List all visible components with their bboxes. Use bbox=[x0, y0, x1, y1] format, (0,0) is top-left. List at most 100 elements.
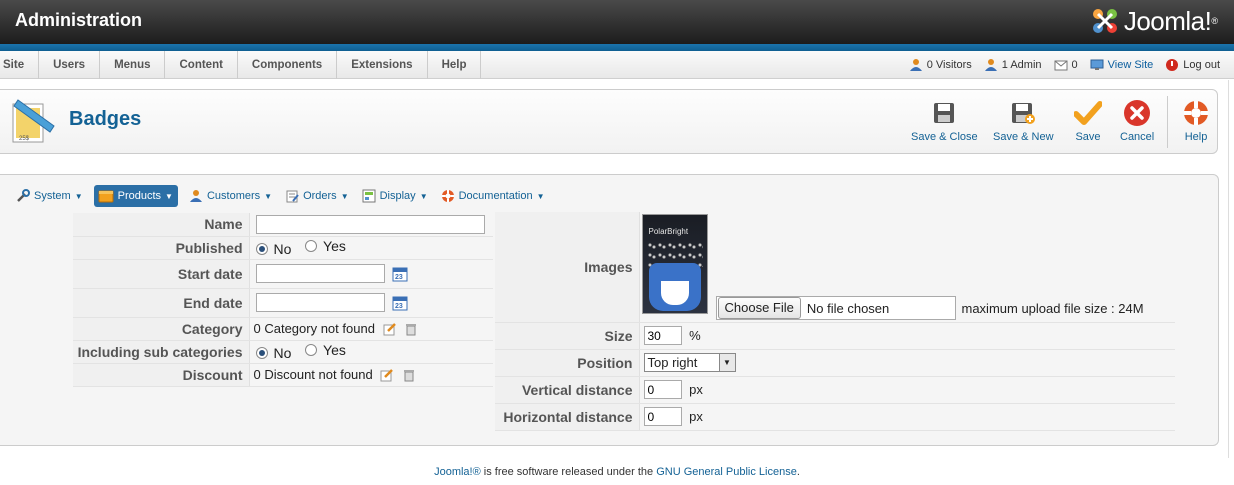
end-date-input[interactable] bbox=[255, 293, 385, 312]
form-row-start-date: Start date 23 bbox=[73, 259, 493, 289]
published-no-label: No bbox=[273, 241, 292, 257]
chevron-down-icon: ▼ bbox=[419, 191, 428, 201]
menu-item-help[interactable]: Help bbox=[428, 51, 482, 79]
vertical-input[interactable] bbox=[643, 380, 682, 399]
chevron-down-icon: ▼ bbox=[340, 191, 349, 201]
page-title: Badges bbox=[69, 108, 142, 130]
lifebuoy-icon bbox=[441, 190, 454, 202]
joomla-logo[interactable]: Joomla! ® bbox=[1090, 5, 1218, 37]
logo-registered: ® bbox=[1211, 16, 1218, 26]
trash-icon[interactable] bbox=[402, 368, 416, 382]
view-site-text[interactable]: View Site bbox=[1108, 59, 1154, 71]
submenu-documentation-label: Documentation bbox=[458, 190, 533, 202]
size-input[interactable] bbox=[643, 326, 682, 345]
right-divider bbox=[1228, 80, 1229, 458]
end-date-cell: 23 bbox=[249, 288, 493, 318]
menu-item-extensions[interactable]: Extensions bbox=[337, 51, 428, 79]
tools-icon bbox=[17, 189, 30, 202]
product-box-icon bbox=[98, 190, 114, 203]
messages-count: 0 bbox=[1071, 59, 1078, 71]
save-close-button[interactable]: Save & Close bbox=[911, 99, 978, 143]
subcat-yes-radio[interactable] bbox=[305, 344, 318, 356]
badge-page-icon: 25$ bbox=[12, 99, 55, 143]
form-row-discount: Discount 0 Discount not found bbox=[73, 363, 493, 387]
admin-user-icon bbox=[984, 59, 997, 71]
form-row-horizontal: Horizontal distance px bbox=[495, 403, 1175, 431]
published-yes-option[interactable]: Yes bbox=[305, 238, 346, 254]
subcat-no-radio[interactable] bbox=[255, 347, 268, 359]
edit-icon[interactable] bbox=[380, 368, 394, 382]
toolbar-panel: 25$ Badges Save & Close Save & New Save … bbox=[0, 89, 1218, 154]
position-label: Position bbox=[495, 349, 640, 377]
published-yes-label: Yes bbox=[323, 238, 346, 254]
submenu-products[interactable]: Products ▼ bbox=[93, 185, 178, 207]
published-no-option[interactable]: No bbox=[255, 241, 292, 257]
start-date-cell: 23 bbox=[249, 259, 493, 289]
horizontal-label: Horizontal distance bbox=[495, 403, 640, 431]
trash-icon[interactable] bbox=[404, 322, 418, 336]
subcat-no-label: No bbox=[273, 345, 292, 361]
messages-icon bbox=[1054, 60, 1068, 71]
save-button[interactable]: Save bbox=[1074, 99, 1102, 143]
submenu-orders[interactable]: Orders ▼ bbox=[283, 185, 351, 207]
images-cell: PolarBright Choose File No file chosen m… bbox=[639, 212, 1175, 323]
category-cell: 0 Category not found bbox=[249, 317, 493, 341]
form-row-vertical: Vertical distance px bbox=[495, 376, 1175, 404]
size-label: Size bbox=[495, 322, 640, 350]
menu-item-users[interactable]: Users bbox=[39, 51, 101, 79]
logout-text[interactable]: Log out bbox=[1183, 59, 1220, 71]
view-site-link[interactable]: View Site bbox=[1090, 59, 1154, 71]
messages-status[interactable]: 0 bbox=[1054, 59, 1078, 71]
admin-header: Administration Joomla! ® bbox=[0, 0, 1234, 44]
help-button[interactable]: Help bbox=[1182, 99, 1210, 143]
chevron-down-icon: ▼ bbox=[74, 191, 83, 201]
name-label: Name bbox=[73, 213, 250, 237]
published-cell: No Yes bbox=[249, 236, 493, 260]
chevron-down-icon: ▼ bbox=[264, 191, 273, 201]
badge-form-right: Images PolarBright Choose File No file c… bbox=[495, 212, 1175, 431]
max-upload-text: maximum upload file size : 24M bbox=[961, 300, 1144, 316]
choose-file-button[interactable]: Choose File bbox=[717, 297, 801, 319]
name-input[interactable] bbox=[255, 214, 485, 234]
form-row-end-date: End date 23 bbox=[73, 288, 493, 318]
subcat-no-option[interactable]: No bbox=[255, 345, 292, 361]
calendar-icon[interactable]: 23 bbox=[392, 295, 408, 311]
component-submenu: System ▼ Products ▼ Customers ▼ Orders ▼ Dis… bbox=[14, 185, 547, 207]
monitor-icon bbox=[1090, 59, 1104, 70]
published-yes-radio[interactable] bbox=[305, 240, 318, 252]
edit-icon[interactable] bbox=[383, 322, 397, 336]
svg-text:23: 23 bbox=[395, 303, 403, 310]
discount-cell: 0 Discount not found bbox=[249, 363, 493, 387]
header-title: Administration bbox=[15, 10, 143, 30]
start-date-input[interactable] bbox=[255, 264, 385, 283]
upload-row: Choose File No file chosen maximum uploa… bbox=[715, 296, 1144, 320]
submenu-display[interactable]: Display ▼ bbox=[360, 185, 430, 207]
subcategories-cell: No Yes bbox=[249, 340, 493, 364]
calendar-icon[interactable]: 23 bbox=[392, 266, 408, 282]
submenu-products-label: Products bbox=[117, 190, 162, 202]
menu-item-site[interactable]: Site bbox=[0, 51, 40, 79]
submenu-system[interactable]: System ▼ bbox=[14, 185, 85, 207]
submenu-documentation[interactable]: Documentation ▼ bbox=[439, 185, 547, 207]
published-no-radio[interactable] bbox=[255, 243, 268, 255]
position-select[interactable]: Top right ▼ bbox=[643, 353, 736, 372]
file-input-box[interactable]: Choose File No file chosen bbox=[715, 296, 956, 320]
published-label: Published bbox=[73, 236, 250, 260]
horizontal-input[interactable] bbox=[643, 407, 682, 426]
subcat-yes-option[interactable]: Yes bbox=[305, 342, 346, 358]
menu-item-components[interactable]: Components bbox=[238, 51, 338, 79]
menu-item-menus[interactable]: Menus bbox=[100, 51, 166, 79]
menu-item-content[interactable]: Content bbox=[165, 51, 238, 79]
gpl-link[interactable]: GNU General Public License bbox=[656, 466, 797, 478]
submenu-orders-label: Orders bbox=[303, 190, 337, 202]
joomla-link[interactable]: Joomla!® bbox=[434, 466, 481, 478]
logout-link[interactable]: Log out bbox=[1165, 58, 1220, 72]
submenu-customers[interactable]: Customers ▼ bbox=[187, 185, 274, 207]
product-image: PolarBright bbox=[641, 214, 708, 314]
save-new-button[interactable]: Save & New bbox=[993, 99, 1054, 143]
discount-value: 0 Discount not found bbox=[253, 366, 373, 382]
main-menubar: Site Users Menus Content Components Exte… bbox=[0, 51, 1234, 79]
end-date-label: End date bbox=[73, 288, 250, 318]
cancel-button[interactable]: Cancel bbox=[1120, 99, 1154, 143]
main-content-panel: System ▼ Products ▼ Customers ▼ Orders ▼ Dis… bbox=[0, 174, 1219, 446]
